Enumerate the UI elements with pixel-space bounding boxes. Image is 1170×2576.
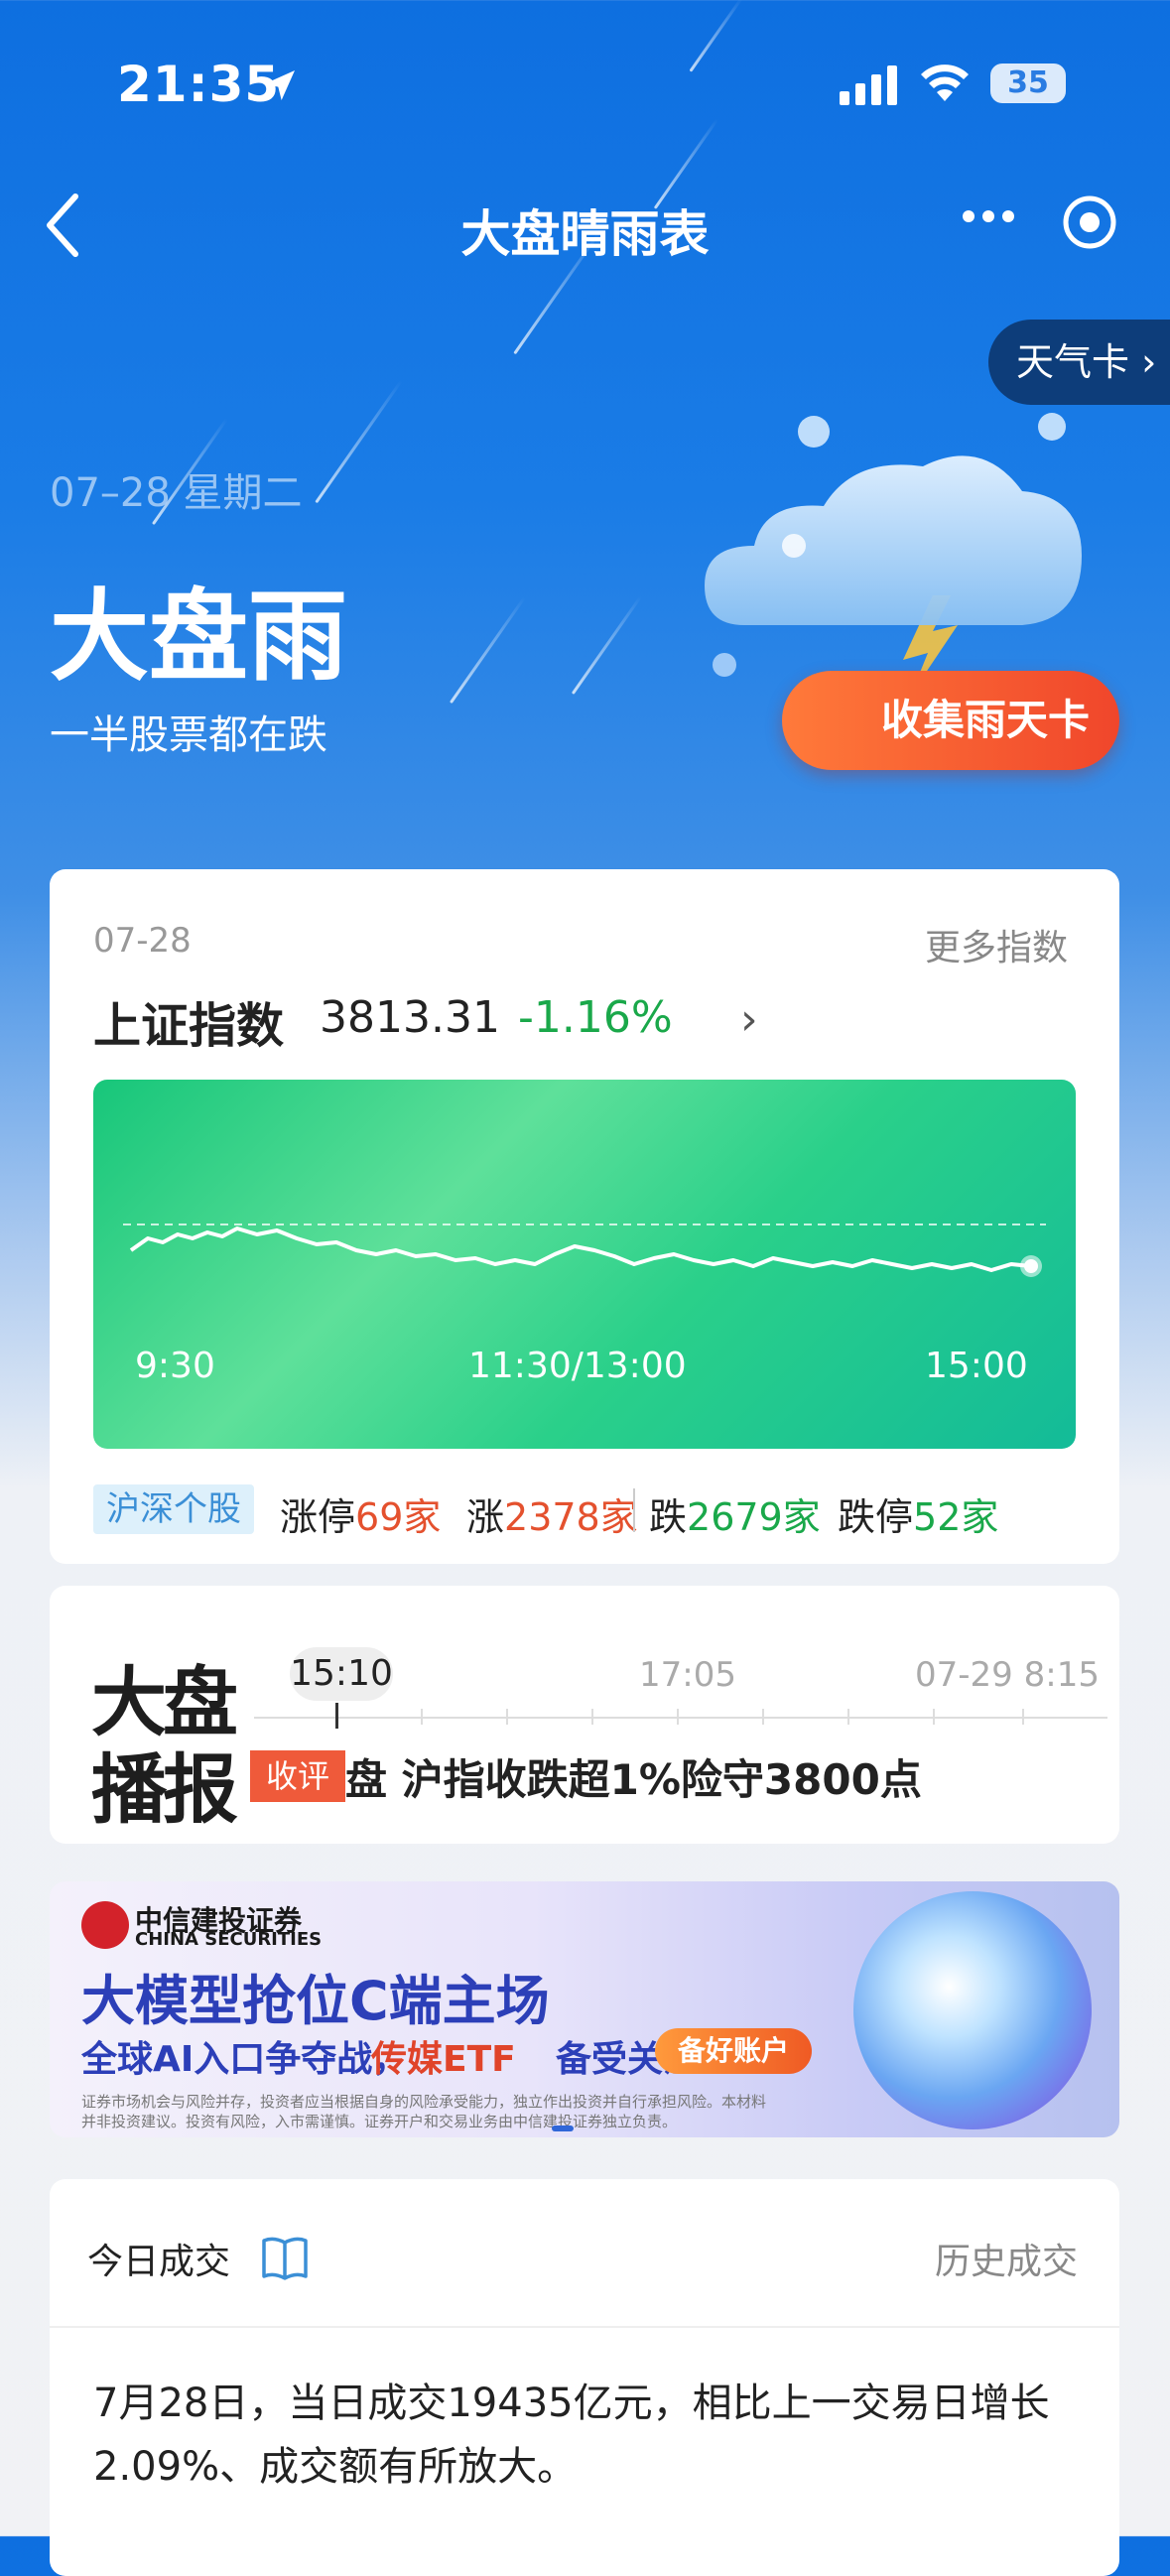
broadcast-time-2[interactable]: 17:05 xyxy=(639,1655,736,1695)
weather-card-tab[interactable]: 天气卡 › xyxy=(988,320,1170,405)
chevron-right-icon[interactable]: › xyxy=(740,994,758,1045)
market-weather-title: 大盘雨 xyxy=(50,579,347,695)
up-label: 涨 xyxy=(466,1495,505,1539)
today-volume-title: 今日成交 xyxy=(87,2242,231,2282)
limit-down-label: 跌停 xyxy=(838,1495,914,1539)
index-name[interactable]: 上证指数 xyxy=(93,986,284,1056)
broadcast-headline[interactable]: 盘 沪指收跌超1%险守3800点 xyxy=(345,1746,922,1807)
stats-divider xyxy=(633,1488,635,1532)
rain-streak xyxy=(315,379,403,504)
market-weather-description: 一半股票都在跌 xyxy=(50,712,327,758)
signal-icon xyxy=(840,65,897,105)
ad-title: 大模型抢位C端主场 xyxy=(81,1970,550,2032)
ad-subtitle-1: 全球AI入口争夺战， xyxy=(81,2039,409,2080)
collect-rain-card-button[interactable]: 收集雨天卡 xyxy=(782,671,1119,770)
ad-open-account-button[interactable]: 备好账户 xyxy=(655,2028,812,2074)
limit-up-value: 69家 xyxy=(355,1495,442,1539)
battery-indicator: 35 xyxy=(990,64,1066,103)
index-date: 07-28 xyxy=(93,921,192,961)
limit-down-value: 52家 xyxy=(913,1495,999,1539)
down-stat: 跌2679家 xyxy=(649,1486,821,1541)
broadcast-timeline xyxy=(254,1717,1107,1719)
hero-date: 07–28 星期二 xyxy=(50,470,303,516)
rain-cloud-icon xyxy=(705,413,1082,695)
broadcast-time-active[interactable]: 15:10 xyxy=(290,1647,393,1701)
timeline-marker xyxy=(335,1703,338,1729)
rain-streak xyxy=(449,595,527,705)
down-value: 2679家 xyxy=(687,1495,821,1539)
status-time: 21:35 xyxy=(117,56,281,113)
chart-label-mid: 11:30/13:00 xyxy=(468,1346,687,1386)
timeline-tick xyxy=(421,1709,423,1725)
ad-brand-en: CHINA SECURITIES xyxy=(135,1929,323,1950)
broadcast-time-3[interactable]: 07-29 8:15 xyxy=(915,1655,1100,1695)
chart-label-close: 15:00 xyxy=(925,1346,1028,1386)
timeline-tick xyxy=(591,1709,593,1725)
limit-up-label: 涨停 xyxy=(280,1495,356,1539)
history-volume-link[interactable]: 历史成交 xyxy=(935,2233,1078,2284)
location-arrow-icon xyxy=(265,70,295,100)
globe-graphic xyxy=(853,1891,1092,2129)
timeline-tick xyxy=(762,1709,764,1725)
chart-label-open: 9:30 xyxy=(135,1346,215,1386)
down-label: 跌 xyxy=(649,1495,688,1539)
rain-streak xyxy=(571,594,643,696)
limit-up-stat: 涨停69家 xyxy=(280,1486,441,1541)
closing-review-tag: 收评 xyxy=(250,1750,345,1802)
divider xyxy=(50,2326,1119,2328)
battery-level: 35 xyxy=(1007,65,1049,100)
up-value: 2378家 xyxy=(504,1495,638,1539)
book-icon[interactable] xyxy=(260,2233,310,2282)
carousel-indicator xyxy=(552,2125,574,2131)
timeline-tick xyxy=(933,1709,935,1725)
page-title: 大盘晴雨表 xyxy=(460,205,710,263)
ad-disclaimer: 证券市场机会与风险并存，投资者应当根据自身的风险承受能力，独立作出投资并自行承担… xyxy=(81,2093,767,2130)
more-options-icon[interactable] xyxy=(961,208,1016,224)
limit-down-stat: 跌停52家 xyxy=(838,1486,998,1541)
ad-subtitle-2: 传媒ETF xyxy=(371,2039,516,2080)
broadcast-logo-line2: 播报 xyxy=(91,1745,238,1834)
timeline-tick xyxy=(847,1709,849,1725)
today-volume-text: 7月28日，当日成交19435亿元，相比上一交易日增长2.09%、成交额有所放大… xyxy=(93,2381,1050,2490)
index-change: -1.16% xyxy=(518,992,673,1043)
wifi-icon xyxy=(921,64,969,101)
intraday-chart[interactable]: 9:30 11:30/13:00 15:00 xyxy=(93,1080,1076,1449)
close-miniapp-icon[interactable] xyxy=(1062,194,1117,250)
timeline-tick xyxy=(677,1709,679,1725)
up-stat: 涨2378家 xyxy=(466,1486,638,1541)
more-indices-link[interactable]: 更多指数 xyxy=(925,919,1068,970)
timeline-tick xyxy=(1022,1709,1024,1725)
index-value: 3813.31 xyxy=(320,992,500,1043)
citic-logo-icon xyxy=(81,1901,129,1949)
timeline-tick xyxy=(506,1709,508,1725)
rain-streak xyxy=(689,0,743,72)
hs-stocks-tag: 沪深个股 xyxy=(93,1484,254,1534)
